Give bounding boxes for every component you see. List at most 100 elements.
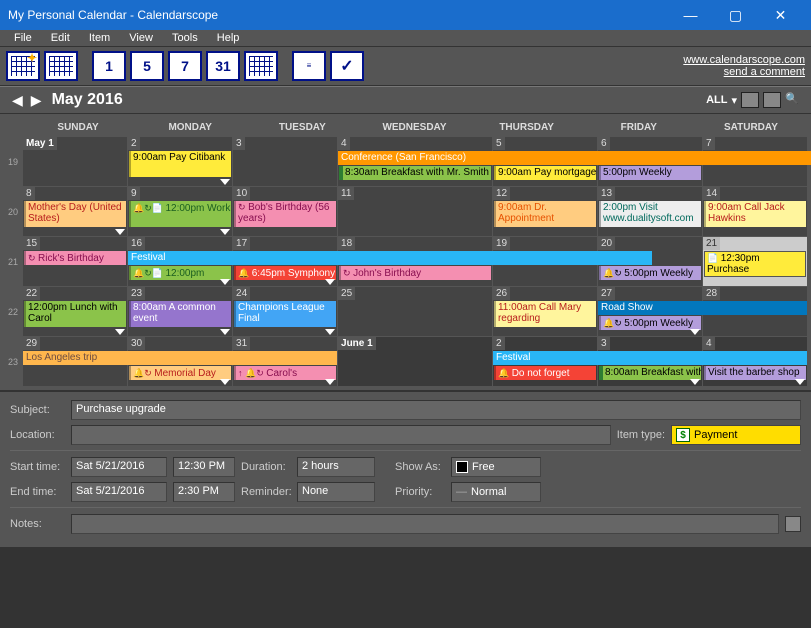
more-icon[interactable] — [325, 379, 335, 385]
more-icon[interactable] — [220, 179, 230, 185]
menu-view[interactable]: View — [121, 29, 161, 47]
event[interactable]: Los Angeles trip — [23, 351, 337, 365]
event[interactable]: Festival — [493, 351, 807, 365]
event[interactable]: ↑ 🔔↻ Carol's — [234, 366, 336, 380]
day-cell[interactable]: 2611:00am Call Mary regarding — [493, 287, 597, 336]
menu-edit[interactable]: Edit — [43, 29, 78, 47]
day-cell[interactable]: May 1 — [23, 137, 127, 186]
day-cell[interactable]: 27Road Show🔔↻ 5:00pm Weekly — [598, 287, 702, 336]
event[interactable]: 11:00am Call Mary regarding — [494, 301, 596, 327]
showas-field[interactable]: Free — [451, 457, 541, 477]
event[interactable]: 8:30am Breakfast with Mr. Smith — [339, 166, 491, 180]
itemtype-field[interactable]: $Payment — [671, 425, 801, 445]
menu-file[interactable]: File — [6, 29, 40, 47]
menu-tools[interactable]: Tools — [164, 29, 206, 47]
day-cell[interactable]: 29Los Angeles trip — [23, 337, 127, 386]
event[interactable]: 2:00pm Visit www.dualitysoft.com — [599, 201, 701, 227]
event[interactable]: Visit the barber shop — [704, 366, 806, 380]
more-icon[interactable] — [115, 329, 125, 335]
event[interactable]: 9:00am Pay mortgage — [494, 166, 596, 180]
view-1-button[interactable]: 1 — [92, 51, 126, 81]
event[interactable]: 🔔 6:45pm Symphony — [234, 266, 336, 280]
enddate-field[interactable]: Sat 5/21/2016 — [71, 482, 167, 502]
more-icon[interactable] — [115, 229, 125, 235]
search-icon[interactable]: 🔍 — [785, 92, 803, 108]
event[interactable]: 🔔 Do not forget — [494, 366, 596, 380]
filter-all[interactable]: ALL — [706, 94, 727, 106]
more-icon[interactable] — [220, 279, 230, 285]
day-cell-selected[interactable]: 21📄 12:30pm Purchase — [703, 237, 807, 286]
subject-field[interactable]: Purchase upgrade — [71, 400, 801, 420]
more-icon[interactable] — [795, 379, 805, 385]
prev-month-button[interactable]: ◀ — [8, 92, 27, 109]
event[interactable]: Road Show — [598, 301, 807, 315]
event[interactable]: 🔔↻📄 12:00pm Working — [129, 201, 231, 227]
day-cell[interactable]: 8Mother's Day (United States) — [23, 187, 127, 236]
day-cell[interactable]: 15↻ Rick's Birthday — [23, 237, 127, 286]
day-cell[interactable]: 4 Conference (San Francisco) 8:30am Brea… — [338, 137, 492, 186]
event[interactable]: Conference (San Francisco) — [338, 151, 811, 165]
event[interactable]: ↻ Bob's Birthday (56 years) — [234, 201, 336, 227]
more-icon[interactable] — [220, 229, 230, 235]
view-7-button[interactable]: 7 — [168, 51, 202, 81]
more-icon[interactable] — [220, 379, 230, 385]
minimize-button[interactable]: — — [668, 0, 713, 30]
month-title[interactable]: May 2016 — [52, 91, 707, 109]
menu-item[interactable]: Item — [81, 29, 118, 47]
event[interactable]: 🔔↻ Memorial Day — [129, 366, 231, 380]
new-event-button[interactable]: ✦ — [6, 51, 40, 81]
event[interactable]: 🔔↻ 5:00pm Weekly — [599, 266, 701, 280]
event[interactable]: 8:00am Breakfast with — [599, 366, 701, 380]
event[interactable]: Mother's Day (United States) — [24, 201, 126, 227]
reminder-field[interactable]: None — [297, 482, 375, 502]
day-cell[interactable]: June 1 — [338, 337, 492, 386]
today-button[interactable] — [44, 51, 78, 81]
day-cell[interactable]: 129:00am Dr. Appointment — [493, 187, 597, 236]
more-icon[interactable] — [325, 279, 335, 285]
maximize-button[interactable]: ▢ — [713, 0, 758, 30]
location-field[interactable] — [71, 425, 611, 445]
duration-field[interactable]: 2 hours — [297, 457, 375, 477]
grid-icon[interactable] — [763, 92, 781, 108]
next-month-button[interactable]: ▶ — [27, 92, 46, 109]
day-cell[interactable]: 238:00am A common event — [128, 287, 232, 336]
startdate-field[interactable]: Sat 5/21/2016 — [71, 457, 167, 477]
event[interactable]: 12:00pm Lunch with Carol — [24, 301, 126, 327]
menu-help[interactable]: Help — [209, 29, 248, 47]
event[interactable]: 9:00am Pay Citibank — [129, 151, 231, 177]
event[interactable]: 9:00am Call Jack Hawkins — [704, 201, 806, 227]
event[interactable]: Festival — [128, 251, 652, 265]
event[interactable]: 📄 12:30pm Purchase — [704, 251, 806, 277]
view-grid-button[interactable] — [244, 51, 278, 81]
day-cell[interactable]: 29:00am Pay Citibank — [128, 137, 232, 186]
day-cell[interactable]: 3 — [233, 137, 337, 186]
filter-dropdown-icon[interactable]: ▾ — [731, 94, 737, 107]
day-cell[interactable]: 24Champions League Final — [233, 287, 337, 336]
view-list-button[interactable]: ≡ — [292, 51, 326, 81]
event[interactable]: 🔔↻ 5:00pm Weekly — [599, 316, 701, 330]
view-tasks-button[interactable]: ✓ — [330, 51, 364, 81]
priority-field[interactable]: —Normal — [451, 482, 541, 502]
settings-icon[interactable] — [741, 92, 759, 108]
day-cell[interactable]: 132:00pm Visit www.dualitysoft.com — [598, 187, 702, 236]
day-cell[interactable]: 149:00am Call Jack Hawkins — [703, 187, 807, 236]
event[interactable]: 8:00am A common event — [129, 301, 231, 327]
day-cell[interactable]: 16Festival🔔↻📄 12:00pm — [128, 237, 232, 286]
close-button[interactable]: ✕ — [758, 0, 803, 30]
view-5-button[interactable]: 5 — [130, 51, 164, 81]
view-31-button[interactable]: 31 — [206, 51, 240, 81]
more-icon[interactable] — [220, 329, 230, 335]
day-cell[interactable]: 10↻ Bob's Birthday (56 years) — [233, 187, 337, 236]
day-cell[interactable]: 2Festival🔔 Do not forget — [493, 337, 597, 386]
notes-expand-button[interactable] — [785, 516, 801, 532]
event[interactable]: 🔔↻📄 12:00pm — [129, 266, 231, 280]
more-icon[interactable] — [690, 379, 700, 385]
more-icon[interactable] — [325, 329, 335, 335]
event[interactable]: Champions League Final — [234, 301, 336, 327]
event[interactable]: 9:00am Dr. Appointment — [494, 201, 596, 227]
day-cell[interactable]: 11 — [338, 187, 492, 236]
day-cell[interactable]: 9🔔↻📄 12:00pm Working — [128, 187, 232, 236]
starttime-field[interactable]: 12:30 PM — [173, 457, 235, 477]
event[interactable]: 5:00pm Weekly — [599, 166, 701, 180]
day-cell[interactable]: 25 — [338, 287, 492, 336]
